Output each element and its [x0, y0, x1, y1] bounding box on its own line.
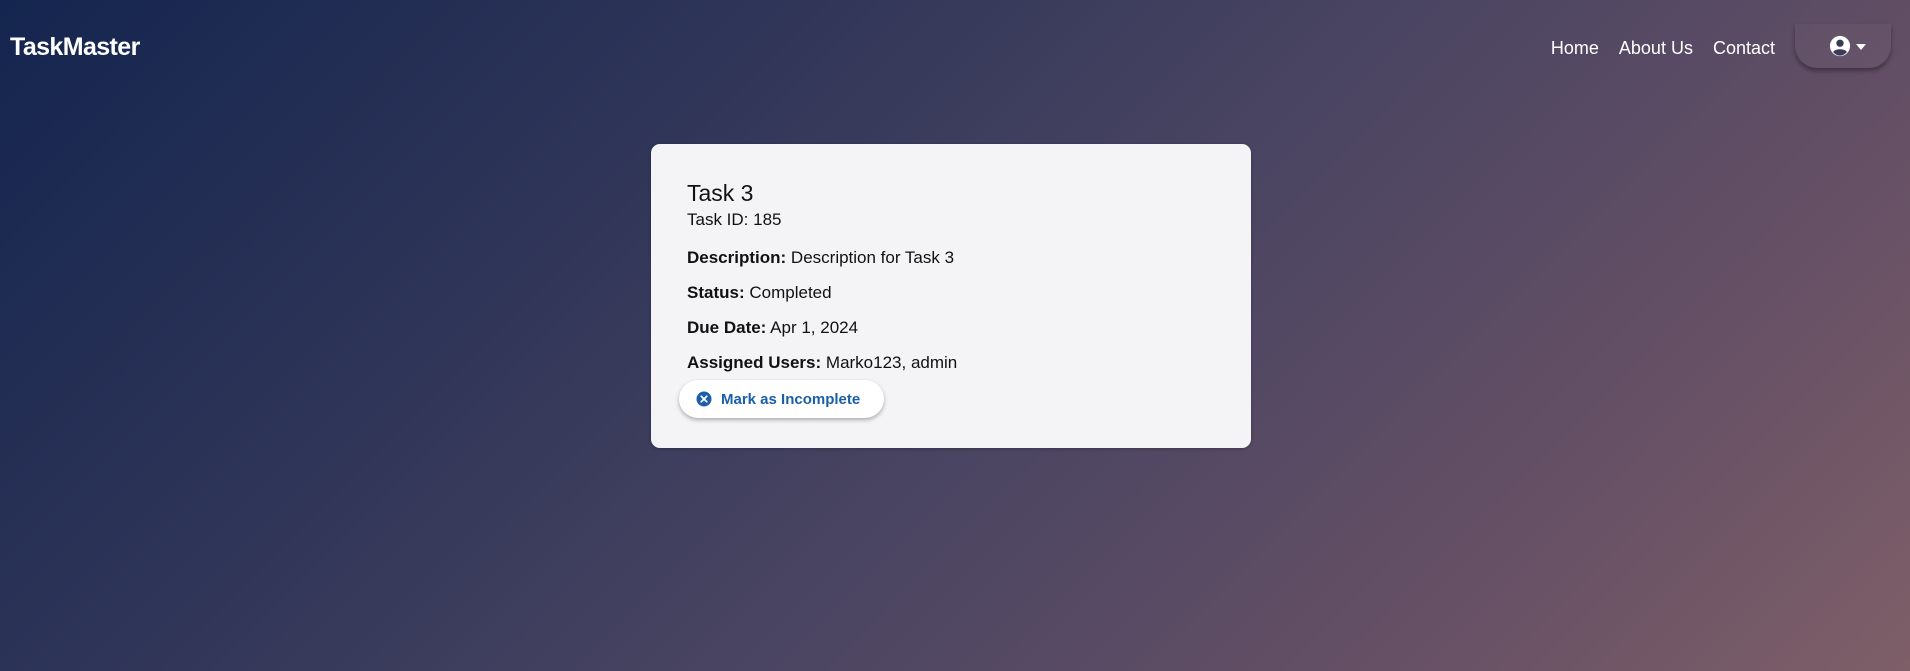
status-value: Completed [749, 283, 832, 302]
task-id: Task ID: 185 [687, 210, 782, 229]
nav-link-about-us[interactable]: About Us [1619, 38, 1693, 59]
nav-link-home[interactable]: Home [1551, 38, 1599, 59]
task-card: Task 3 Task ID: 185 Description: Descrip… [651, 144, 1251, 448]
task-status-row: Status: Completed [687, 283, 832, 303]
nav-links: Home About Us Contact [1551, 38, 1775, 59]
navbar: TaskMaster Home About Us Contact [0, 0, 1910, 96]
due-date-label: Due Date: [687, 318, 767, 337]
close-circle-icon [696, 391, 712, 407]
assigned-users-label: Assigned Users: [687, 353, 822, 372]
description-value: Description for Task 3 [790, 248, 955, 267]
mark-as-incomplete-label: Mark as Incomplete [721, 390, 861, 408]
brand-logo[interactable]: TaskMaster [10, 33, 140, 62]
description-label: Description: [687, 248, 787, 267]
mark-as-incomplete-button[interactable]: Mark as Incomplete [679, 380, 885, 418]
account-circle-icon [1829, 35, 1851, 57]
due-date-value: Apr 1, 2024 [770, 318, 859, 337]
task-assigned-users-row: Assigned Users: Marko123, admin [687, 353, 957, 373]
assigned-users-value: Marko123, admin [825, 353, 958, 372]
task-due-date-row: Due Date: Apr 1, 2024 [687, 318, 858, 338]
status-label: Status: [687, 283, 745, 302]
task-description-row: Description: Description for Task 3 [687, 248, 954, 268]
account-menu-button[interactable] [1795, 24, 1891, 68]
task-title: Task 3 [687, 180, 754, 206]
caret-down-icon [1856, 44, 1866, 50]
nav-link-contact[interactable]: Contact [1713, 38, 1775, 59]
